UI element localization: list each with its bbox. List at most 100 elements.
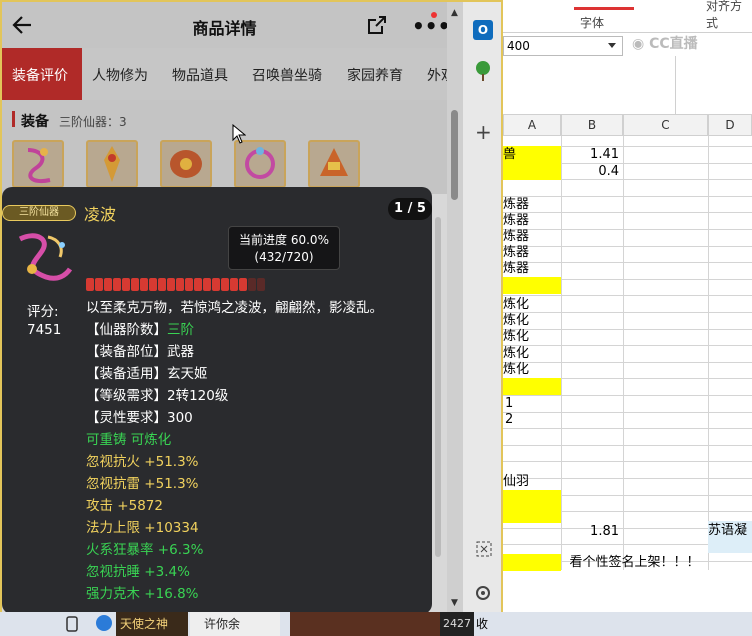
tree-icon[interactable] [473,60,493,82]
stat-line: 攻击 +5872 [86,498,163,514]
progress-segment [230,278,238,291]
cell-xianyu[interactable]: 仙羽 [503,473,561,490]
grid-row-line [503,445,752,446]
column-header-a[interactable]: A [503,114,561,136]
cell-a-yellow-3[interactable] [503,490,561,507]
attr-tier: 【仙器阶数】三阶 [86,322,194,338]
equipment-thumb[interactable] [234,140,286,188]
cell-d-name[interactable]: 苏语凝 [708,521,752,553]
section-title: 装备 [21,114,49,130]
cell-lianhua-5[interactable]: 炼化 [503,361,561,378]
section-subtitle: 三阶仙器：3 [59,115,127,129]
score-label: 评分: [27,304,59,320]
column-header-d[interactable]: D [708,114,752,136]
cell-b2[interactable]: 0.4 [561,163,619,180]
cell-refine-1[interactable]: 炼器 [503,196,561,213]
tab-summon[interactable]: 召唤兽坐骑 [252,65,322,85]
cell-a1[interactable]: 兽 [503,146,561,163]
item-name: 凌波 [84,205,117,224]
attr-recast: 可重铸 可炼化 [86,432,172,448]
equipment-thumbnails [2,134,447,194]
phone-icon[interactable] [66,616,78,632]
cell-lianhua-3[interactable]: 炼化 [503,328,561,345]
font-color-icon[interactable] [574,0,634,10]
add-icon[interactable]: + [475,120,492,144]
counter-label: 2427 [440,612,474,636]
cell-refine-2[interactable]: 炼器 [503,212,561,229]
equipment-thumb[interactable] [160,140,212,188]
attr-slot: 【装备部位】武器 [86,344,194,360]
grid-col-line [708,136,709,570]
cell-refine-5[interactable]: 炼器 [503,260,561,277]
stat-line: 忽视抗睡 +3.4% [86,564,190,580]
tab-items[interactable]: 物品道具 [172,65,228,85]
scroll-down-icon[interactable]: ▼ [451,598,458,608]
font-ribbon-group[interactable]: 字体 [560,0,670,34]
stream-taskbar-item[interactable] [290,612,440,636]
chevron-down-icon[interactable] [608,43,616,48]
chat-taskbar-item[interactable]: 许你余 [190,612,280,636]
progress-bar [86,278,266,292]
equipment-thumb[interactable] [86,140,138,188]
column-header-c[interactable]: C [623,114,708,136]
cell-lianhua-4[interactable]: 炼化 [503,345,561,362]
progress-segment [140,278,148,291]
grid-col-line [561,136,562,570]
share-icon[interactable] [366,15,388,35]
app-icon[interactable] [96,615,112,631]
app-header: 商品详情 ••• [2,2,450,48]
tab-bar: 装备评价 人物修为 物品道具 召唤兽坐骑 家园养育 外观 [2,48,447,100]
item-description: 以至柔克万物，若惊鸿之凌波，翩翩然，影凌乱。 [86,300,383,316]
stat-line: 忽视抗火 +51.3% [86,454,199,470]
more-icon[interactable]: ••• [412,16,450,36]
collect-label: 收 [476,617,489,631]
cell-a-yellow-4[interactable] [503,506,561,523]
column-header-b[interactable]: B [561,114,623,136]
progress-segment [176,278,184,291]
progress-segment [149,278,157,291]
progress-segment [86,278,94,291]
score-value: 7451 [27,322,62,338]
app-window: 商品详情 ••• 装备评价 人物修为 物品道具 召唤兽坐骑 家园养育 外观 装备… [0,0,503,614]
page-indicator: 1 / 5 [388,198,432,220]
stat-line: 忽视抗雷 +51.3% [86,476,199,492]
namebox-dropdown[interactable]: 400 [503,36,623,56]
attr-fit: 【装备适用】玄天姬 [86,366,208,382]
outlook-icon[interactable]: O [473,20,493,40]
cell-num-1[interactable]: 1 [505,395,545,412]
tab-equipment-eval[interactable]: 装备评价 [2,48,82,100]
equipment-thumb[interactable] [308,140,360,188]
cell-lianhua-2[interactable]: 炼化 [503,312,561,329]
cell-a2[interactable] [503,163,561,180]
tab-character[interactable]: 人物修为 [92,65,148,85]
stat-line: 法力上限 +10334 [86,520,199,536]
cell-a-yellow-2[interactable] [503,378,561,395]
progress-segment [185,278,193,291]
equipment-thumb[interactable] [12,140,64,188]
progress-segment [167,278,175,291]
settings-gear-icon[interactable] [474,584,492,602]
game-taskbar-item[interactable]: 天使之神 [116,612,188,636]
scroll-up-icon[interactable]: ▲ [451,8,458,18]
attr-spirit: 【灵性要求】300 [86,410,193,426]
stat-line: 火系狂暴率 +6.3% [86,542,204,558]
banner-cell[interactable]: 看个性签名上架！！！ [561,554,708,571]
cell-a-yellow-1[interactable] [503,277,561,294]
popup-scrollbar[interactable] [434,197,442,607]
cell-a-yellow-5[interactable] [503,554,561,571]
cell-total[interactable]: 1.81 [561,523,619,540]
cell-refine-3[interactable]: 炼器 [503,228,561,245]
screenshot-icon[interactable] [475,540,493,558]
scroll-thumb[interactable] [451,110,458,200]
cell-num-2[interactable]: 2 [505,411,545,428]
align-ribbon-group[interactable]: 对齐方式 [700,0,752,34]
cell-b1[interactable]: 1.41 [561,146,619,163]
window-scrollbar[interactable]: ▲ ▼ [447,2,463,612]
cell-refine-4[interactable]: 炼器 [503,244,561,261]
cell-lianhua-1[interactable]: 炼化 [503,296,561,313]
tab-appearance[interactable]: 外观 [427,65,447,85]
watermark: ◉ CC直播 [632,36,698,52]
progress-segment [131,278,139,291]
progress-segment [194,278,202,291]
tab-home[interactable]: 家园养育 [347,65,403,85]
